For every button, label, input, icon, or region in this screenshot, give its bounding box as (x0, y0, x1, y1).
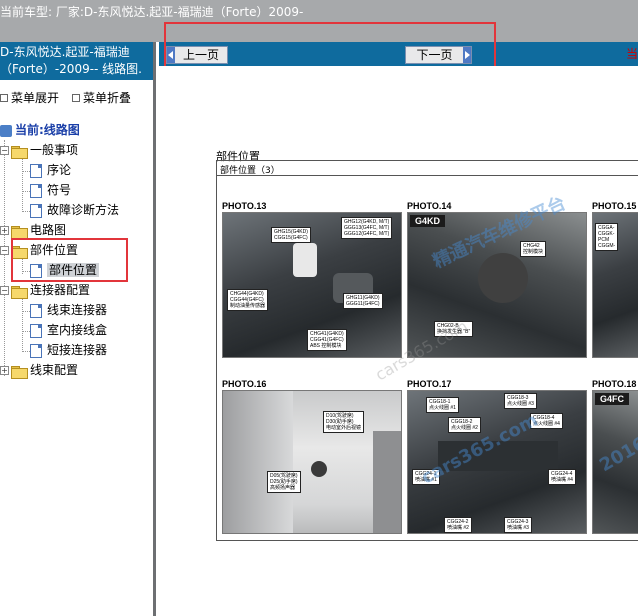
document-icon (30, 343, 42, 358)
tag: CGGA- CGGK- PCM CGGM- (595, 223, 619, 251)
tag: GHG12(G4KD, M/T) GGG13(G4FC, M/T) GGG12(… (341, 217, 393, 239)
document-icon (30, 203, 42, 218)
wiring-root-icon (0, 124, 12, 137)
folder-open-icon (11, 145, 28, 159)
engine-photo: GHG15(G4KD) CGG15(G4FC) GHG12(G4KD, M/T)… (222, 212, 402, 358)
tree-node-harness-config[interactable]: + 线束配置 (0, 360, 78, 380)
collapse-toggle-icon[interactable]: − (0, 146, 9, 155)
tree-leaf-symbols[interactable]: 符号 (30, 180, 71, 200)
tag: GHG11(G4KD) GGG11(G4FC) (343, 293, 383, 309)
divider (216, 175, 638, 176)
photo-label: PHOTO.13 (222, 201, 267, 211)
header-line-2: （Forte）-2009-- 线路图. (0, 62, 142, 76)
expand-toggle-icon[interactable]: + (0, 366, 9, 375)
tag: CGG24-4 喷油嘴 #4 (548, 469, 576, 485)
document-icon (30, 163, 42, 178)
tree-line (22, 351, 30, 352)
tag: GHG15(G4KD) CGG15(G4FC) (271, 227, 311, 243)
tree-line (22, 311, 30, 312)
header-line-1: D-东风悦达.起亚-福瑞迪 (0, 45, 130, 59)
door-photo: D10(驾驶席) D30(助手席) 电动室外后视镜 D05(驾驶席) D25(助… (222, 390, 402, 534)
tag: CGG24-3 喷油嘴 #3 (504, 517, 532, 533)
tree-line (22, 171, 30, 172)
tag: CGG18-3 点火线圈 #3 (504, 393, 537, 409)
left-panel-header: D-东风悦达.起亚-福瑞迪 （Forte）-2009-- 线路图. (0, 42, 153, 80)
folder-icon (11, 365, 28, 379)
tree-node-circuit[interactable]: + 电路图 (0, 220, 66, 240)
tree-leaf-diagnosis[interactable]: 故障诊断方法 (30, 200, 119, 220)
expand-all-button[interactable]: 菜单展开 (0, 89, 59, 106)
document-icon (30, 183, 42, 198)
tag: CHG41(G4KD) CGG41(G4FC) ABS 控制模块 (307, 329, 347, 351)
photo-label: PHOTO.15 (592, 201, 637, 211)
tree-node-connector-config[interactable]: − 连接器配置 (0, 280, 90, 300)
tree-leaf-intro[interactable]: 序论 (30, 160, 71, 180)
tree-leaf-harness-connector[interactable]: 线束连接器 (30, 300, 107, 320)
photo-label: PHOTO.18 (592, 379, 637, 389)
tag: CHG42 控制模块 (520, 241, 547, 257)
tree-line (22, 331, 30, 332)
document-icon (30, 323, 42, 338)
tree-line (22, 298, 23, 352)
expand-square-icon (0, 93, 8, 102)
highlight-box (11, 238, 128, 282)
window-title: 当前车型: 厂家:D-东风悦达.起亚-福瑞迪（Forte）2009- (0, 5, 304, 19)
tag: D05(驾驶席) D25(助手席) 高频扬声器 (267, 471, 301, 493)
tree-leaf-interior-junction[interactable]: 室内接线盒 (30, 320, 107, 340)
tree-line (22, 158, 23, 212)
collapse-toggle-icon[interactable]: − (0, 286, 9, 295)
photo-label: PHOTO.17 (407, 379, 452, 389)
document-icon (30, 303, 42, 318)
tree-root[interactable]: 当前:线路图 (0, 120, 80, 140)
engine-photo: CGGA- CGGK- PCM CGGM- (592, 212, 638, 358)
tag: CHG44(G4KD) CGG44(G4FC) 制动油量传感器 (227, 289, 269, 311)
collapse-toggle-icon[interactable]: − (0, 246, 9, 255)
expand-toggle-icon[interactable]: + (0, 226, 9, 235)
engine-badge: G4FC (595, 393, 630, 405)
tag: CGG18-2 点火线圈 #2 (448, 417, 481, 433)
tree-leaf-short-connector[interactable]: 短接连接器 (30, 340, 107, 360)
tree-line (22, 191, 30, 192)
tag: CGG24-2 喷油嘴 #2 (444, 517, 472, 533)
photo-label: PHOTO.14 (407, 201, 452, 211)
collapse-all-button[interactable]: 菜单折叠 (72, 89, 131, 106)
tag: CGG18-1 点火线圈 #1 (426, 397, 459, 413)
folder-icon (11, 225, 28, 239)
current-marker: 当 (625, 47, 638, 61)
photo-label: PHOTO.16 (222, 379, 267, 389)
left-panel: D-东风悦达.起亚-福瑞迪 （Forte）-2009-- 线路图. 菜单展开 菜… (0, 42, 156, 616)
tag: D10(驾驶席) D30(助手席) 电动室外后视镜 (323, 411, 365, 433)
engine-badge: G4KD (410, 215, 446, 227)
collapse-square-icon (72, 93, 80, 102)
tree-line (22, 211, 30, 212)
folder-open-icon (11, 285, 28, 299)
tree-node-general[interactable]: − 一般事项 (0, 140, 78, 160)
